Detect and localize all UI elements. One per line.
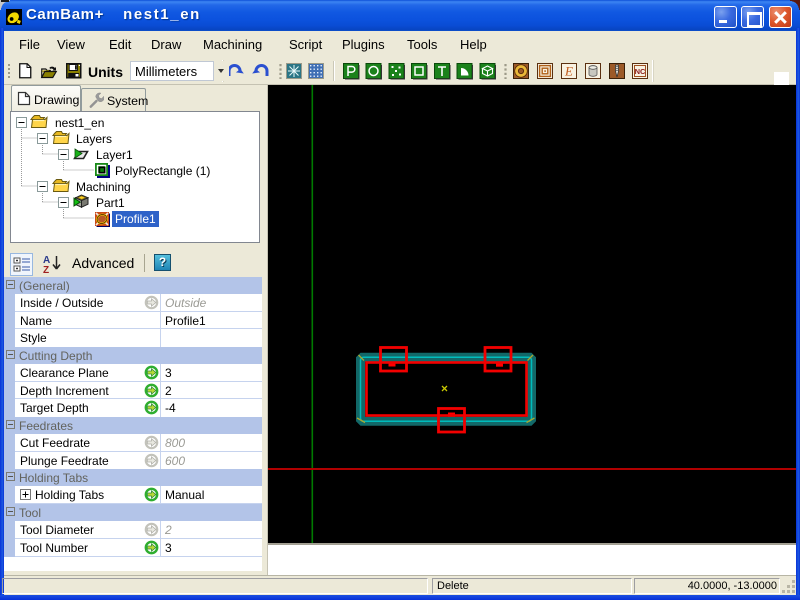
svg-text:Z: Z [43,265,49,276]
svg-text:NC: NC [635,67,646,76]
svg-text:E: E [564,64,573,79]
